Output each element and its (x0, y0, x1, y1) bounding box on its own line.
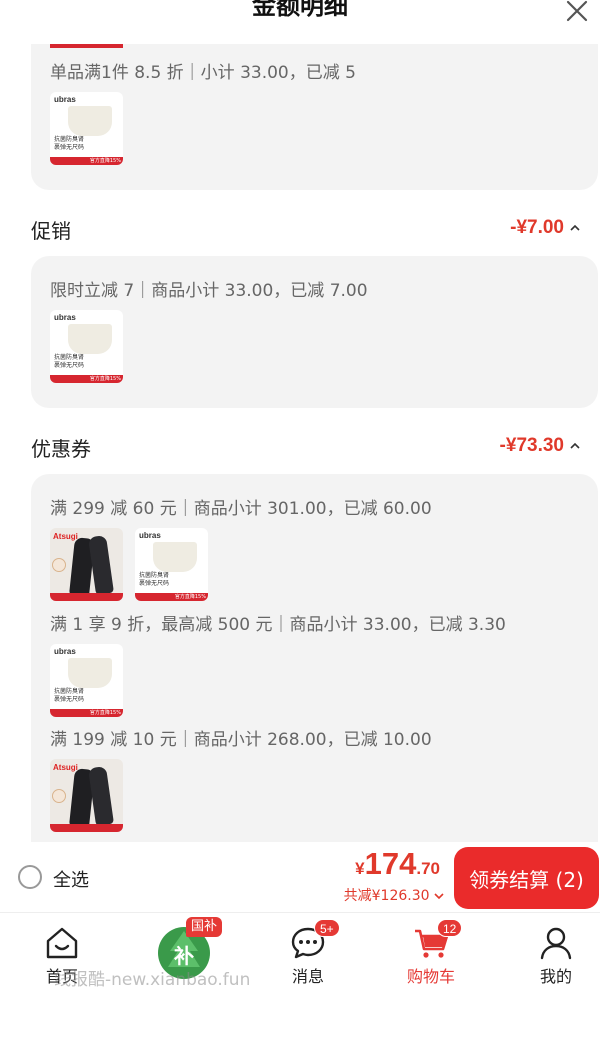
tab-mine-label: 我的 (539, 967, 572, 986)
product-image (88, 535, 114, 595)
checkout-button[interactable]: 领券结算 (2) (454, 847, 599, 909)
chevron-up-icon (570, 442, 580, 449)
product-thumb-ubras[interactable]: ubras 抗菌防臭肾 裹弹无尺码 官方直降15% (50, 310, 123, 383)
product-image (68, 106, 112, 136)
chevron-up-icon (570, 224, 580, 231)
home-icon (46, 927, 78, 959)
promotion-rule-text: 限时立减 7｜商品小计 33.00，已减 7.00 (50, 281, 368, 301)
product-caption-text: 抗菌防臭肾 裹弹无尺码 (54, 354, 85, 369)
coupon-rule-text: 满 1 享 9 折，最高减 500 元｜商品小计 33.00，已减 3.30 (50, 615, 506, 635)
product-brand: Atsugi (53, 763, 78, 772)
product-caption-text: 抗菌防臭肾 裹弹无尺码 (54, 136, 85, 151)
product-promo-strip: 官方直降15% (50, 709, 123, 717)
product-caption: 抗菌防臭肾 裹弹无尺码 (54, 354, 84, 370)
promotion-card: 限时立减 7｜商品小计 33.00，已减 7.00 ubras 抗菌防臭肾 裹弹… (31, 256, 598, 408)
sheet-title: 金额明细 (252, 0, 348, 20)
select-all-checkbox[interactable] (18, 865, 42, 889)
product-brand: ubras (54, 313, 76, 322)
product-promo-strip: 官方直降15% (50, 375, 123, 383)
promotion-title: 促销 (31, 219, 71, 243)
product-caption: 抗菌防臭肾 裹弹无尺码 (54, 136, 84, 152)
total-price: ¥174.70 (355, 846, 440, 882)
product-promo-strip: 官方直降15% (135, 593, 208, 601)
product-promo-strip-text: 官方直降15% (174, 594, 206, 600)
product-thumb-leggings[interactable]: Atsugi (50, 528, 123, 601)
currency-symbol: ¥ (355, 859, 365, 878)
tab-mine[interactable]: 我的 (516, 913, 596, 993)
product-promo-strip (50, 824, 123, 832)
total-discount-text: 共减¥126.30 (343, 888, 430, 904)
product-promo-strip: 官方直降15% (50, 157, 123, 165)
cart-badge: 12 (437, 919, 463, 937)
product-promo-strip-text: 官方直降15% (89, 710, 121, 716)
product-caption-text: 抗菌防臭肾 裹弹无尺码 (139, 572, 170, 587)
discount-rule-text: 单品满1件 8.5 折｜小计 33.00，已减 5 (50, 63, 356, 83)
product-image (68, 324, 112, 354)
amount-detail-sheet: 金额明细 单品满1件 8.5 折｜小计 33.00，已减 5 ubras 抗菌防… (12, 0, 600, 842)
coupon-rule-text: 满 199 减 10 元｜商品小计 268.00，已减 10.00 (50, 730, 432, 750)
product-thumb-leggings[interactable]: Atsugi (50, 759, 123, 832)
product-promo-strip (50, 593, 123, 601)
tab-cart[interactable]: 12 购物车 (391, 913, 471, 993)
product-brand: ubras (54, 647, 76, 656)
product-caption-text: 抗菌防臭肾 裹弹无尺码 (54, 688, 85, 703)
price-integer: 174 (364, 846, 417, 881)
product-brand: ubras (139, 531, 161, 540)
bottom-tab-bar: 首页 补 国补 5+ 消息 12 购物车 我的 线报酷-new.xianbao.… (0, 912, 600, 1043)
product-promo-strip-text: 官方直降15% (89, 158, 121, 164)
checkout-bar: 全选 ¥174.70 共减¥126.30 领券结算 (2) (0, 842, 600, 912)
promotion-amount: -¥7.00 (510, 217, 564, 238)
tab-messages-label: 消息 (291, 967, 324, 986)
tab-messages[interactable]: 5+ 消息 (268, 913, 348, 993)
watermark: 线报酷-new.xianbao.fun (54, 970, 251, 990)
product-image (88, 766, 114, 826)
product-image (68, 658, 112, 688)
chevron-down-icon (434, 893, 444, 900)
sheet-header: 金额明细 (12, 0, 600, 44)
product-thumb-ubras[interactable]: ubras 抗菌防臭肾 裹弹无尺码 官方直降15% (135, 528, 208, 601)
coupon-rule-text: 满 299 减 60 元｜商品小计 301.00，已减 60.00 (50, 499, 432, 519)
product-image (153, 542, 197, 572)
coupon-title: 优惠券 (31, 437, 91, 461)
product-badge (52, 558, 66, 572)
select-all-label[interactable]: 全选 (53, 866, 89, 892)
subsidy-tag: 国补 (186, 917, 223, 937)
coupon-card: 满 299 减 60 元｜商品小计 301.00，已减 60.00 Atsugi… (31, 474, 598, 842)
coupon-amount-toggle[interactable]: -¥73.30 (500, 435, 580, 457)
promotion-amount-toggle[interactable]: -¥7.00 (510, 217, 580, 239)
product-caption: 抗菌防臭肾 裹弹无尺码 (54, 688, 84, 704)
product-thumb-ubras[interactable]: ubras 抗菌防臭肾 裹弹无尺码 官方直降15% (50, 644, 123, 717)
user-icon (540, 927, 572, 960)
product-thumb-ubras[interactable]: ubras 抗菌防臭肾 裹弹无尺码 官方直降15% (50, 92, 123, 165)
tab-cart-label: 购物车 (406, 967, 455, 986)
total-discount[interactable]: 共减¥126.30 (344, 885, 444, 905)
product-caption: 抗菌防臭肾 裹弹无尺码 (139, 572, 169, 588)
coupon-amount: -¥73.30 (499, 435, 564, 456)
product-badge (52, 789, 66, 803)
price-decimal: .70 (416, 859, 440, 878)
messages-badge: 5+ (314, 919, 340, 937)
product-brand: ubras (54, 95, 76, 104)
product-promo-strip-text: 官方直降15% (89, 376, 121, 382)
product-brand: Atsugi (53, 532, 78, 541)
close-icon[interactable] (560, 0, 594, 28)
